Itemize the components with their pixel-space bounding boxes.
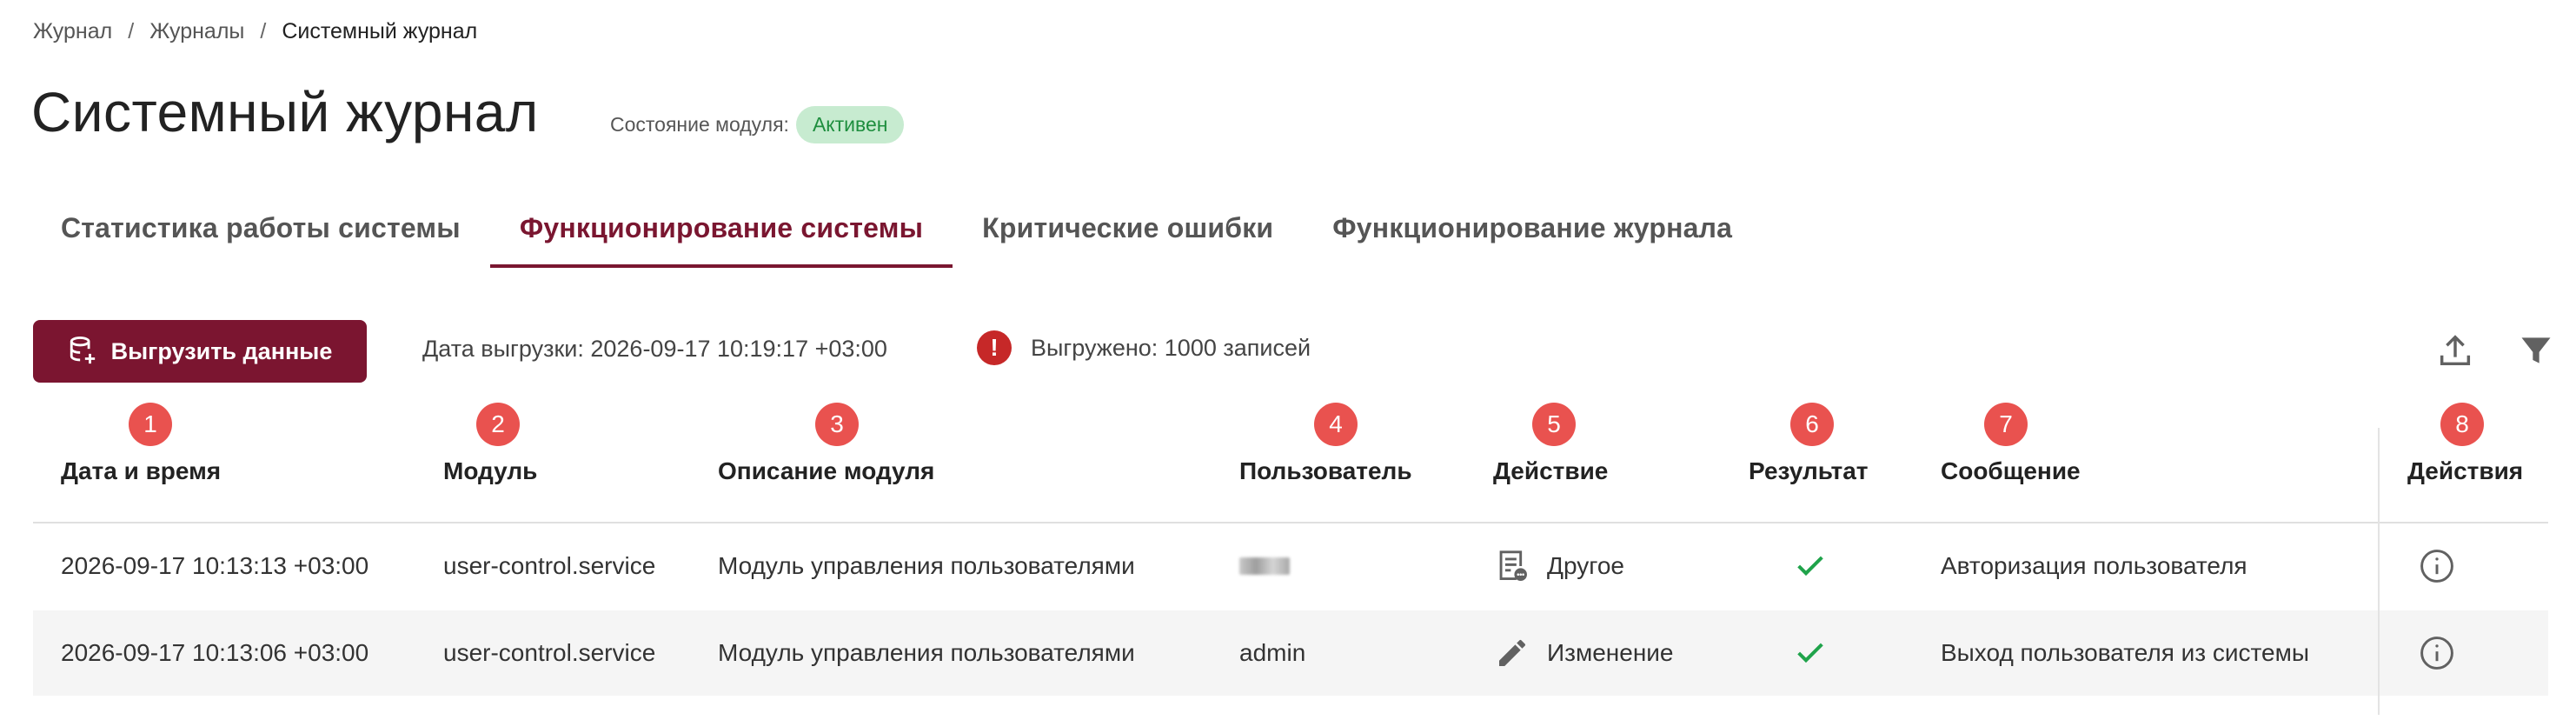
tab-system-statistics[interactable]: Статистика работы системы	[31, 200, 490, 264]
export-count-text: Выгружено: 1000 записей	[1031, 334, 1311, 361]
module-state: Состояние модуля: Активен	[610, 106, 905, 143]
cell-description: Модуль управления пользователями	[718, 552, 1135, 579]
database-export-icon	[70, 336, 95, 364]
column-header-module[interactable]: Модуль	[443, 457, 537, 485]
tab-bar: Статистика работы системы Функционирован…	[31, 200, 1762, 268]
column-header-message[interactable]: Сообщение	[1941, 457, 2081, 485]
breadcrumb-separator: /	[128, 19, 135, 43]
cell-result	[1793, 523, 1828, 609]
cell-module: user-control.service	[443, 639, 656, 666]
column-header-datetime[interactable]: Дата и время	[61, 457, 221, 485]
breadcrumb-item-journal[interactable]: Журнал	[33, 19, 112, 44]
marker-6: 6	[1790, 403, 1834, 446]
cell-row-actions	[2418, 610, 2456, 696]
action-label: Другое	[1547, 552, 1624, 579]
cell-message: Авторизация пользователя	[1941, 552, 2247, 579]
marker-5: 5	[1532, 403, 1576, 446]
cell-module: user-control.service	[443, 552, 656, 579]
breadcrumb-separator: /	[260, 19, 267, 43]
export-count: ! Выгружено: 1000 записей	[977, 330, 1311, 365]
marker-4: 4	[1314, 403, 1358, 446]
export-data-label: Выгрузить данные	[110, 337, 333, 364]
marker-3: 3	[815, 403, 859, 446]
marker-8: 8	[2440, 403, 2484, 446]
cell-datetime: 2026-09-17 10:13:06 +03:00	[61, 639, 369, 666]
status-badge: Активен	[795, 106, 905, 143]
module-state-label: Состояние модуля:	[610, 113, 789, 136]
breadcrumb-item-current: Системный журнал	[282, 19, 478, 43]
column-header-result[interactable]: Результат	[1749, 457, 1869, 485]
marker-2: 2	[476, 403, 520, 446]
column-header-user[interactable]: Пользователь	[1239, 457, 1412, 485]
tab-journal-operation[interactable]: Функционирование журнала	[1303, 200, 1762, 264]
cell-action: Другое	[1495, 523, 1624, 609]
table-row[interactable]: 2026-09-17 10:13:06 +03:00 user-control.…	[33, 610, 2548, 696]
tab-critical-errors[interactable]: Критические ошибки	[953, 200, 1303, 264]
cell-message: Выход пользователя из системы	[1941, 639, 2310, 666]
marker-1: 1	[129, 403, 172, 446]
page-title: Системный журнал	[31, 81, 539, 143]
actions-column-divider	[2378, 428, 2380, 715]
column-header-actions: Действия	[2407, 457, 2524, 484]
cell-user	[1239, 523, 1290, 609]
breadcrumb: Журнал / Журналы / Системный журнал	[33, 19, 477, 44]
upload-icon[interactable]	[2435, 330, 2475, 370]
error-icon: !	[977, 330, 1012, 365]
check-icon	[1797, 556, 1823, 577]
cell-datetime: 2026-09-17 10:13:13 +03:00	[61, 552, 369, 579]
filter-icon[interactable]	[2517, 330, 2555, 370]
check-icon	[1797, 643, 1823, 663]
marker-7: 7	[1984, 403, 2028, 446]
pencil-icon	[1499, 639, 1525, 666]
cell-row-actions	[2418, 523, 2456, 609]
cell-description: Модуль управления пользователями	[718, 639, 1135, 666]
document-other-icon	[1499, 550, 1527, 581]
column-header-action[interactable]: Действие	[1493, 457, 1608, 485]
export-date: Дата выгрузки: 2026-09-17 10:19:17 +03:0…	[422, 336, 887, 362]
cell-user: admin	[1239, 639, 1306, 666]
info-icon[interactable]	[2418, 634, 2456, 672]
info-icon[interactable]	[2418, 547, 2456, 585]
system-log-page: Журнал / Журналы / Системный журнал Сист…	[0, 0, 2576, 720]
table-row[interactable]: 2026-09-17 10:13:13 +03:00 user-control.…	[33, 523, 2548, 609]
redacted-user	[1239, 557, 1290, 575]
cell-action: Изменение	[1495, 610, 1674, 696]
breadcrumb-item-journals[interactable]: Журналы	[149, 19, 244, 44]
cell-result	[1793, 610, 1828, 696]
column-header-description[interactable]: Описание модуля	[718, 457, 934, 485]
export-data-button[interactable]: Выгрузить данные	[33, 320, 367, 383]
action-label: Изменение	[1547, 639, 1674, 666]
tab-system-operation[interactable]: Функционирование системы	[489, 200, 953, 268]
